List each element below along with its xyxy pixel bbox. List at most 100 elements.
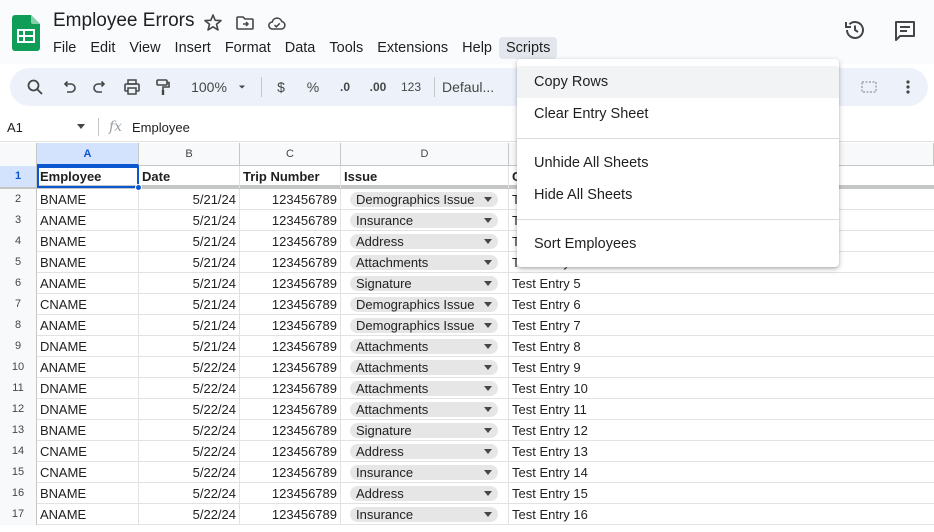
issue-dropdown-chip[interactable]: Attachments [350, 255, 498, 270]
issue-cell[interactable]: Attachments [341, 399, 509, 420]
trip-number-cell[interactable]: 123456789 [240, 399, 341, 420]
issue-dropdown-chip[interactable]: Address [350, 486, 498, 501]
issue-dropdown-chip[interactable]: Signature [350, 276, 498, 291]
notes-cell[interactable]: Test Entry 5 [509, 273, 934, 294]
date-cell[interactable]: 5/22/24 [139, 441, 240, 462]
row-number[interactable]: 17 [0, 504, 37, 525]
fill-handle[interactable] [135, 184, 142, 191]
employee-cell[interactable]: ANAME [37, 504, 139, 525]
name-box[interactable]: A1 [7, 120, 23, 135]
column-header-a[interactable]: A [37, 143, 139, 166]
notes-cell[interactable]: Test Entry 6 [509, 294, 934, 315]
issue-dropdown-chip[interactable]: Attachments [350, 381, 498, 396]
employee-cell[interactable]: BNAME [37, 231, 139, 252]
date-cell[interactable]: 5/22/24 [139, 504, 240, 525]
notes-cell[interactable]: Test Entry 13 [509, 441, 934, 462]
employee-cell[interactable]: ANAME [37, 273, 139, 294]
row-number[interactable]: 1 [0, 166, 37, 187]
issue-cell[interactable]: Demographics Issue [341, 294, 509, 315]
employee-cell[interactable]: DNAME [37, 399, 139, 420]
row-number[interactable]: 4 [0, 231, 37, 252]
date-cell[interactable]: 5/22/24 [139, 462, 240, 483]
issue-cell[interactable]: Signature [341, 273, 509, 294]
issue-dropdown-chip[interactable]: Insurance [350, 507, 498, 522]
date-cell[interactable]: 5/22/24 [139, 357, 240, 378]
date-cell[interactable]: 5/22/24 [139, 399, 240, 420]
notes-cell[interactable]: Test Entry 12 [509, 420, 934, 441]
employee-cell[interactable]: DNAME [37, 378, 139, 399]
date-cell[interactable]: 5/21/24 [139, 189, 240, 210]
row-number[interactable]: 2 [0, 189, 37, 210]
row-number[interactable]: 8 [0, 315, 37, 336]
merge-cells-icon[interactable] [852, 68, 886, 106]
more-formats-button[interactable]: 123 [398, 68, 424, 106]
date-cell[interactable]: 5/22/24 [139, 378, 240, 399]
menu-edit[interactable]: Edit [83, 37, 122, 59]
menu-format[interactable]: Format [218, 37, 278, 59]
notes-cell[interactable]: Test Entry 16 [509, 504, 934, 525]
issue-cell[interactable]: Demographics Issue [341, 315, 509, 336]
issue-cell[interactable]: Signature [341, 420, 509, 441]
document-title[interactable]: Employee Errors [53, 10, 195, 32]
menu-item-unhide-all-sheets[interactable]: Unhide All Sheets [517, 147, 839, 179]
header-cell-trip-number[interactable]: Trip Number [240, 166, 341, 188]
issue-dropdown-chip[interactable]: Demographics Issue [350, 318, 498, 333]
currency-format-button[interactable]: $ [271, 68, 291, 106]
row-number[interactable]: 7 [0, 294, 37, 315]
menu-tools[interactable]: Tools [322, 37, 370, 59]
row-number[interactable]: 6 [0, 273, 37, 294]
issue-dropdown-chip[interactable]: Address [350, 444, 498, 459]
column-header-c[interactable]: C [240, 143, 341, 166]
date-cell[interactable]: 5/21/24 [139, 315, 240, 336]
menu-help[interactable]: Help [455, 37, 499, 59]
employee-cell[interactable]: DNAME [37, 336, 139, 357]
header-cell-date[interactable]: Date [139, 166, 240, 188]
trip-number-cell[interactable]: 123456789 [240, 336, 341, 357]
menu-item-sort-employees[interactable]: Sort Employees [517, 228, 839, 260]
issue-dropdown-chip[interactable]: Demographics Issue [350, 297, 498, 312]
formula-input[interactable]: Employee [132, 120, 190, 135]
select-all-corner[interactable] [0, 143, 37, 166]
menu-insert[interactable]: Insert [168, 37, 218, 59]
issue-cell[interactable]: Demographics Issue [341, 189, 509, 210]
row-number[interactable]: 5 [0, 252, 37, 273]
star-icon[interactable] [203, 13, 223, 33]
print-icon[interactable] [120, 68, 144, 106]
sheets-logo-icon[interactable] [12, 15, 40, 51]
issue-dropdown-chip[interactable]: Attachments [350, 339, 498, 354]
notes-cell[interactable]: Test Entry 7 [509, 315, 934, 336]
menu-file[interactable]: File [46, 37, 83, 59]
row-number[interactable]: 13 [0, 420, 37, 441]
issue-cell[interactable]: Insurance [341, 210, 509, 231]
trip-number-cell[interactable]: 123456789 [240, 441, 341, 462]
header-cell-issue[interactable]: Issue [341, 166, 509, 188]
issue-cell[interactable]: Attachments [341, 336, 509, 357]
issue-cell[interactable]: Address [341, 231, 509, 252]
cloud-saved-icon[interactable] [267, 13, 287, 33]
employee-cell[interactable]: ANAME [37, 357, 139, 378]
paint-format-icon[interactable] [151, 68, 175, 106]
employee-cell[interactable]: ANAME [37, 210, 139, 231]
issue-cell[interactable]: Insurance [341, 504, 509, 525]
employee-cell[interactable]: BNAME [37, 420, 139, 441]
zoom-caret-icon[interactable] [235, 68, 249, 106]
date-cell[interactable]: 5/21/24 [139, 231, 240, 252]
comments-icon[interactable] [893, 19, 917, 43]
row-number[interactable]: 10 [0, 357, 37, 378]
issue-dropdown-chip[interactable]: Insurance [350, 213, 498, 228]
row-number[interactable]: 14 [0, 441, 37, 462]
employee-cell[interactable]: BNAME [37, 189, 139, 210]
row-number[interactable]: 11 [0, 378, 37, 399]
issue-cell[interactable]: Attachments [341, 252, 509, 273]
trip-number-cell[interactable]: 123456789 [240, 504, 341, 525]
move-folder-icon[interactable] [235, 13, 255, 33]
issue-cell[interactable]: Attachments [341, 378, 509, 399]
redo-icon[interactable] [88, 68, 112, 106]
trip-number-cell[interactable]: 123456789 [240, 462, 341, 483]
employee-cell[interactable]: CNAME [37, 462, 139, 483]
date-cell[interactable]: 5/21/24 [139, 252, 240, 273]
issue-dropdown-chip[interactable]: Address [350, 234, 498, 249]
menu-extensions[interactable]: Extensions [370, 37, 455, 59]
search-menus-icon[interactable] [23, 68, 47, 106]
notes-cell[interactable]: Test Entry 14 [509, 462, 934, 483]
